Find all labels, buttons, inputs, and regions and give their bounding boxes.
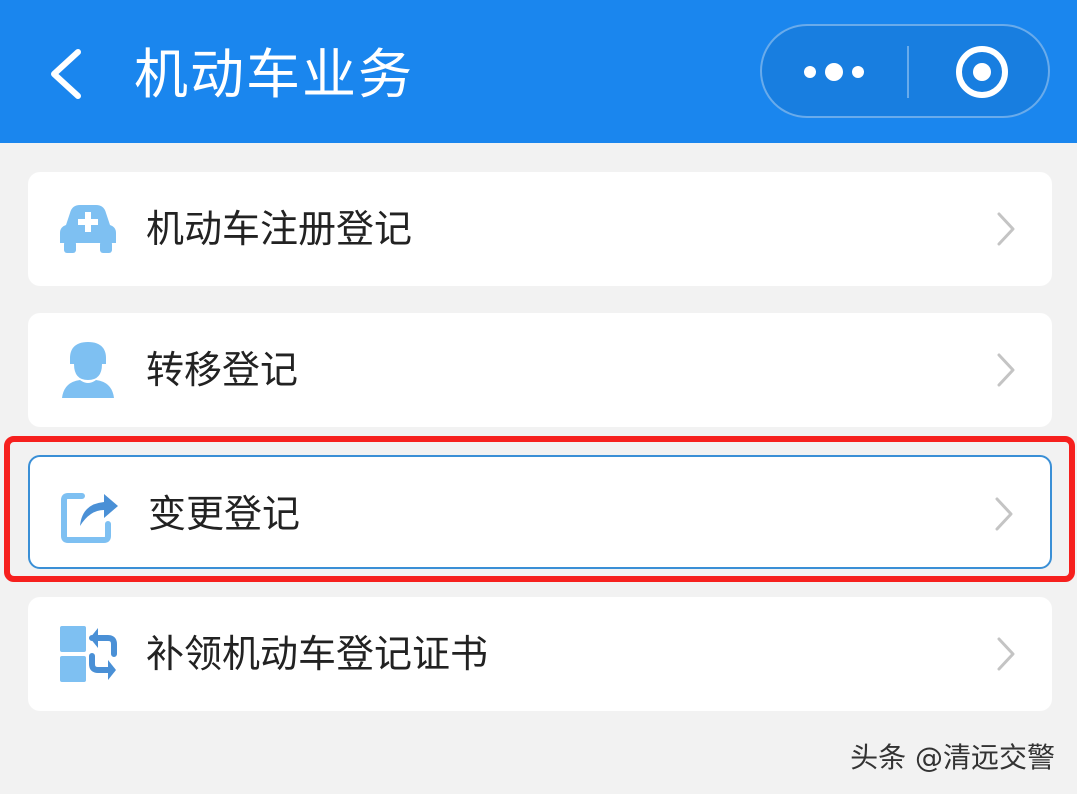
capsule-divider [907,46,909,98]
menu-item-label: 机动车注册登记 [146,207,413,251]
menu-item-label: 转移登记 [146,348,299,392]
more-dots-icon [804,63,864,81]
person-icon [58,340,118,400]
menu-item-label: 变更登记 [148,492,301,536]
watermark: 头条 @清远交警 [850,741,1055,774]
car-plus-icon [58,199,118,259]
chevron-right-icon [996,211,1016,247]
page-title: 机动车业务 [134,43,414,106]
share-arrow-icon [60,484,120,544]
app-header: 机动车业务 [0,0,1077,143]
back-button[interactable] [38,40,98,104]
swap-blocks-icon [58,624,118,684]
close-button[interactable] [910,26,1048,116]
chevron-left-icon [51,49,81,99]
menu-item-change-registration[interactable]: 变更登记 [28,455,1052,569]
menu-item-label: 补领机动车登记证书 [146,632,489,676]
chevron-right-icon [996,352,1016,388]
menu-item-transfer-registration[interactable]: 转移登记 [28,313,1052,427]
target-circle-icon [956,46,1008,98]
chevron-right-icon [996,636,1016,672]
menu-item-reissue-certificate[interactable]: 补领机动车登记证书 [28,597,1052,711]
mini-program-capsule [760,24,1050,118]
chevron-right-icon [994,496,1014,532]
menu-item-vehicle-registration[interactable]: 机动车注册登记 [28,172,1052,286]
more-button[interactable] [762,26,906,116]
